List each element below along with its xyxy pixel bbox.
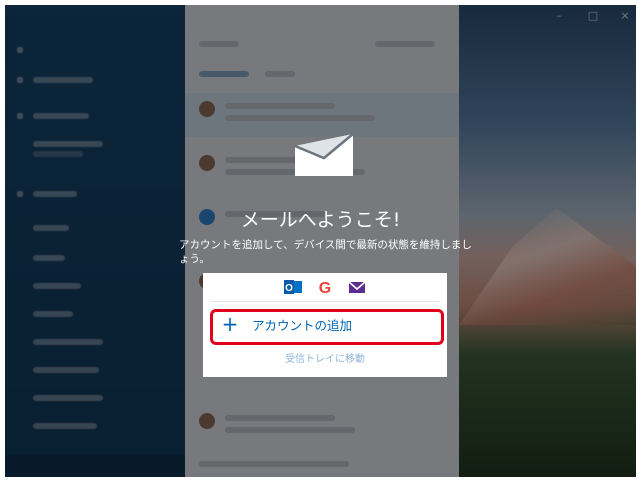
mail-window: – □ × メールへようこそ! アカウントを追加して、デバイス間で最新の状態を維… (5, 5, 636, 477)
go-to-inbox-link[interactable]: 受信トレイに移動 (203, 350, 447, 365)
outlook-icon[interactable]: O (284, 279, 302, 295)
svg-text:G: G (319, 280, 331, 295)
google-icon[interactable]: G (316, 279, 334, 295)
provider-icons: O G (203, 273, 447, 301)
mail-logo-icon (294, 133, 354, 176)
yahoo-mail-icon[interactable] (348, 279, 366, 295)
panel-divider (211, 301, 439, 302)
welcome-subtitle: アカウントを追加して、デバイス間で最新の状態を維持しましょう。 (179, 239, 472, 265)
welcome-title: メールへようこそ! (240, 209, 401, 231)
svg-text:O: O (285, 283, 293, 294)
highlight-box (210, 309, 444, 345)
